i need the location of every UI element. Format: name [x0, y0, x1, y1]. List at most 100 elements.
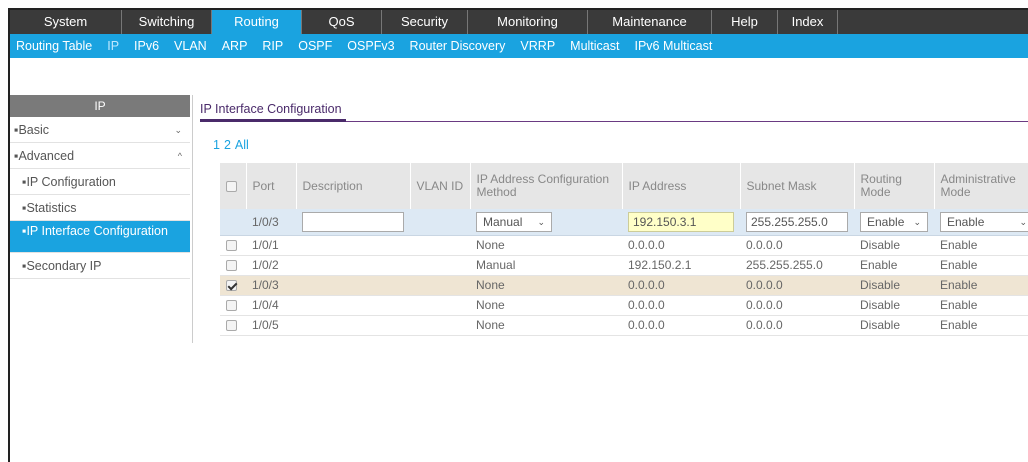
page-link-1[interactable]: 1 [213, 138, 220, 152]
table-row[interactable]: 1/0/2 Manual 192.150.2.1 255.255.255.0 Enabl… [220, 255, 1028, 276]
chevron-down-icon[interactable]: ⌄ [174, 117, 182, 143]
select-all-checkbox[interactable] [226, 180, 237, 192]
header-ip-address: IP Address [622, 163, 741, 209]
port-cell: 1/0/1 [246, 235, 296, 256]
subnav-router-discovery[interactable]: Router Discovery [410, 39, 506, 53]
table-row[interactable]: 1/0/5 None 0.0.0.0 0.0.0.0 Disable Enable [220, 315, 1028, 336]
method-cell: None [470, 235, 622, 256]
nav-index[interactable]: Index [778, 10, 838, 34]
header-ip-address-configuration-method: IP Address Configuration Method [470, 163, 623, 209]
ip-address-input[interactable]: 192.150.3.1 [628, 211, 734, 232]
nav-filler [838, 10, 1028, 34]
edit-routing-cell: Enable ⌄ [854, 209, 934, 236]
routing-mode-cell: Disable [854, 275, 934, 296]
subnav-ipv6[interactable]: IPv6 [134, 39, 159, 53]
row-select-cell [220, 295, 246, 316]
subnet-mask-input[interactable]: 255.255.255.0 [746, 211, 848, 232]
sidebar-list: ▪Basic ⌄ ▪Advanced ^ ▪IP Configuration ▪Stati… [10, 117, 190, 279]
subnav-routing-table[interactable]: Routing Table [16, 39, 92, 53]
sidebar-item-label: Statistics [26, 201, 77, 215]
sidebar-item-label: Secondary IP [26, 259, 102, 273]
row-checkbox[interactable] [226, 240, 237, 252]
table-row[interactable]: 1/0/1 None 0.0.0.0 0.0.0.0 Disable Enable [220, 235, 1028, 256]
port-cell: 1/0/3 [246, 275, 296, 296]
header-routing-mode: Routing Mode [854, 163, 935, 209]
sidebar-item-secondary-ip[interactable]: ▪Secondary IP [10, 253, 190, 279]
row-checkbox[interactable] [226, 300, 237, 312]
routing-mode-cell: Disable [854, 295, 934, 316]
table-row[interactable]: 1/0/4 None 0.0.0.0 0.0.0.0 Disable Enable [220, 295, 1028, 316]
row-select-cell [220, 275, 246, 296]
header-description: Description [296, 163, 411, 209]
nav-routing[interactable]: Routing [212, 10, 302, 34]
subnet-mask-cell: 0.0.0.0 [740, 315, 854, 336]
sidebar-item-advanced[interactable]: ▪Advanced ^ [10, 143, 190, 169]
method-cell: None [470, 315, 622, 336]
app-frame: System Switching Routing QoS Security Monitor… [8, 8, 1028, 462]
edit-vlan-id [410, 209, 470, 236]
description-input[interactable] [302, 211, 404, 232]
page-link-2[interactable]: 2 [224, 138, 231, 152]
vlan-id-cell [410, 315, 470, 336]
nav-security[interactable]: Security [382, 10, 468, 34]
ip-interface-table: Port Description VLAN ID IP Address Configu… [220, 163, 1028, 336]
vlan-id-cell [410, 275, 470, 296]
page-link-all[interactable]: All [235, 138, 249, 152]
routing-mode-cell: Enable [854, 255, 934, 276]
vlan-id-cell [410, 295, 470, 316]
subnav-ip[interactable]: IP [107, 39, 119, 53]
nav-system[interactable]: System [10, 10, 122, 34]
vlan-id-cell [410, 255, 470, 276]
row-checkbox[interactable] [226, 320, 237, 332]
subnav-arp[interactable]: ARP [222, 39, 248, 53]
header-subnet-mask: Subnet Mask [740, 163, 855, 209]
edit-port: 1/0/3 [246, 209, 296, 236]
description-cell [296, 235, 410, 256]
select-all-header[interactable] [220, 163, 247, 209]
chevron-up-icon[interactable]: ^ [178, 143, 182, 169]
nav-monitoring[interactable]: Monitoring [468, 10, 588, 34]
description-cell [296, 315, 410, 336]
nav-maintenance[interactable]: Maintenance [588, 10, 712, 34]
sidebar-title: IP [10, 95, 190, 117]
row-select-cell [220, 255, 246, 276]
sidebar-item-label: IP Interface Configuration [26, 224, 168, 238]
subnav-vrrp[interactable]: VRRP [520, 39, 555, 53]
ip-address-cell: 0.0.0.0 [622, 235, 740, 256]
method-value: Manual [483, 214, 523, 229]
sidebar-item-ip-interface-configuration[interactable]: ▪IP Interface Configuration [10, 221, 190, 253]
row-select-cell [220, 235, 246, 256]
subnet-mask-cell: 0.0.0.0 [740, 275, 854, 296]
admin-mode-cell: Enable [934, 275, 1028, 296]
row-checkbox[interactable] [226, 280, 237, 292]
table-body: 1/0/3 Manual ⌄ 192.150.3.1 255.255.255.0 Enab… [220, 209, 1028, 336]
nav-switching[interactable]: Switching [122, 10, 212, 34]
nav-qos[interactable]: QoS [302, 10, 382, 34]
row-checkbox[interactable] [226, 260, 237, 272]
subnav-vlan[interactable]: VLAN [174, 39, 207, 53]
tab-ip-interface-configuration[interactable]: IP Interface Configuration [200, 100, 346, 122]
sidebar-item-basic[interactable]: ▪Basic ⌄ [10, 117, 190, 143]
sidebar-item-statistics[interactable]: ▪Statistics [10, 195, 190, 221]
routing-mode-cell: Disable [854, 315, 934, 336]
subnav-ospfv3[interactable]: OSPFv3 [347, 39, 394, 53]
routing-mode-select[interactable]: Enable ⌄ [860, 211, 928, 232]
table-row[interactable]: 1/0/3 None 0.0.0.0 0.0.0.0 Disable Enable [220, 275, 1028, 296]
subnav-rip[interactable]: RIP [262, 39, 283, 53]
edit-row: 1/0/3 Manual ⌄ 192.150.3.1 255.255.255.0 Enab… [220, 209, 1028, 236]
subnav-multicast[interactable]: Multicast [570, 39, 619, 53]
sidebar-item-ip-configuration[interactable]: ▪IP Configuration [10, 169, 190, 195]
subnav-ipv6-multicast[interactable]: IPv6 Multicast [634, 39, 712, 53]
sub-navigation: Routing Table IP IPv6 VLAN ARP RIP OSPF OSPFv3 R… [10, 34, 1028, 58]
nav-help[interactable]: Help [712, 10, 778, 34]
port-cell: 1/0/4 [246, 295, 296, 316]
chevron-down-icon: ⌄ [913, 216, 921, 227]
admin-mode-select[interactable]: Enable ⌄ [940, 211, 1028, 232]
subnav-ospf[interactable]: OSPF [298, 39, 332, 53]
pagination: 1 2 All [213, 138, 253, 152]
header-administrative-mode: Administrative Mode [934, 163, 1028, 209]
method-cell: None [470, 295, 622, 316]
method-select[interactable]: Manual ⌄ [476, 211, 552, 232]
header-vlan-id: VLAN ID [410, 163, 471, 209]
method-cell: None [470, 275, 622, 296]
